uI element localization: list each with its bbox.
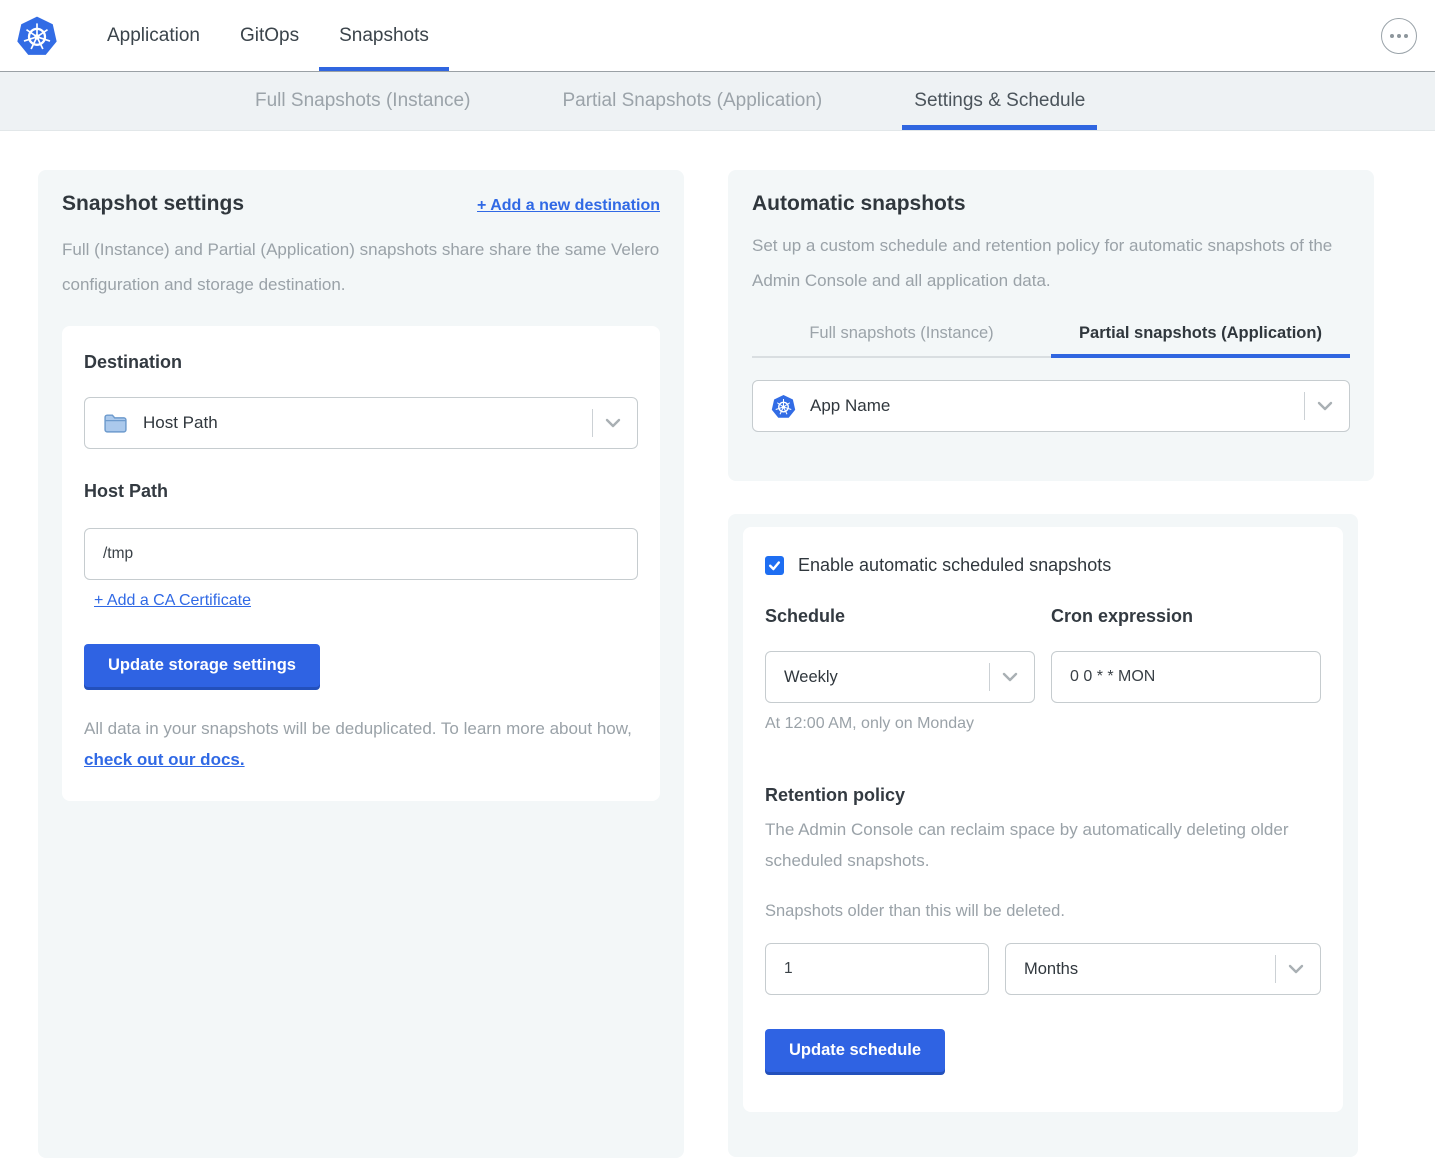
kubernetes-app-icon [771,394,796,419]
ellipsis-icon [1397,34,1401,38]
chevron-down-icon [998,665,1022,689]
destination-label: Destination [84,352,638,373]
cron-expression-input[interactable] [1051,651,1321,703]
update-schedule-button[interactable]: Update schedule [765,1029,945,1072]
nav-item-gitops[interactable]: GitOps [220,0,319,71]
kubernetes-logo-icon [16,15,58,57]
destination-selected-value: Host Path [143,413,218,433]
snapshot-settings-card: Snapshot settings + Add a new destinatio… [38,170,684,1158]
snapshot-settings-description: Full (Instance) and Partial (Application… [62,232,660,302]
update-storage-settings-button[interactable]: Update storage settings [84,644,320,687]
automatic-snapshots-description: Set up a custom schedule and retention p… [752,228,1350,298]
retention-unit-select[interactable]: Months [1005,943,1321,995]
host-path-label: Host Path [84,481,638,502]
app-logo[interactable] [0,0,73,71]
nav-item-application[interactable]: Application [87,0,220,71]
ellipsis-icon [1404,34,1408,38]
retention-policy-description: The Admin Console can reclaim space by a… [765,814,1321,876]
dedupe-note: All data in your snapshots will be dedup… [84,713,638,775]
enable-snapshots-row[interactable]: Enable automatic scheduled snapshots [765,555,1321,576]
app-selected-value: App Name [810,396,890,416]
retention-unit-value: Months [1024,960,1078,979]
snapshot-settings-title: Snapshot settings [62,192,244,216]
top-nav: Application GitOps Snapshots [0,0,1435,72]
add-ca-certificate-link[interactable]: + Add a CA Certificate [94,592,251,609]
tab-full-snapshots-instance[interactable]: Full snapshots (Instance) [752,324,1051,358]
chevron-down-icon [601,411,625,435]
storage-settings-form: Destination Host Path Host Path [62,326,660,801]
overflow-menu-button[interactable] [1381,18,1417,54]
ellipsis-icon [1390,34,1394,38]
subtab-settings-schedule[interactable]: Settings & Schedule [902,72,1097,130]
divider [592,409,593,437]
automatic-snapshots-card: Automatic snapshots Set up a custom sche… [728,170,1374,481]
destination-select[interactable]: Host Path [84,397,638,449]
snapshots-subnav: Full Snapshots (Instance) Partial Snapsh… [0,72,1435,131]
schedule-interval-value: Weekly [784,668,838,687]
primary-nav: Application GitOps Snapshots [87,0,449,71]
docs-link[interactable]: check out our docs. [84,750,245,769]
cron-human-readable: At 12:00 AM, only on Monday [765,715,1035,733]
divider [1275,955,1276,983]
snapshot-type-tabs: Full snapshots (Instance) Partial snapsh… [752,324,1350,358]
cron-expression-label: Cron expression [1051,606,1321,627]
folder-icon [103,413,128,434]
check-icon [768,559,781,572]
host-path-input[interactable] [84,528,638,580]
schedule-card: Enable automatic scheduled snapshots Sch… [728,514,1358,1157]
schedule-label: Schedule [765,606,1035,627]
schedule-interval-select[interactable]: Weekly [765,651,1035,703]
app-select[interactable]: App Name [752,380,1350,432]
nav-item-snapshots[interactable]: Snapshots [319,0,449,71]
dedupe-note-text: All data in your snapshots will be dedup… [84,719,632,738]
divider [989,663,990,691]
retention-policy-title: Retention policy [765,785,1321,806]
divider [1304,392,1305,420]
retention-hint: Snapshots older than this will be delete… [765,902,1321,921]
retention-value-input[interactable] [765,943,989,995]
schedule-form: Enable automatic scheduled snapshots Sch… [743,527,1343,1112]
enable-snapshots-label: Enable automatic scheduled snapshots [798,555,1111,576]
automatic-snapshots-title: Automatic snapshots [752,192,1350,216]
chevron-down-icon [1313,394,1337,418]
tab-partial-snapshots-application[interactable]: Partial snapshots (Application) [1051,324,1350,358]
add-new-destination-link[interactable]: + Add a new destination [477,197,660,215]
chevron-down-icon [1284,957,1308,981]
subtab-full-snapshots[interactable]: Full Snapshots (Instance) [243,72,482,130]
subtab-partial-snapshots[interactable]: Partial Snapshots (Application) [550,72,834,130]
enable-snapshots-checkbox[interactable] [765,556,784,575]
